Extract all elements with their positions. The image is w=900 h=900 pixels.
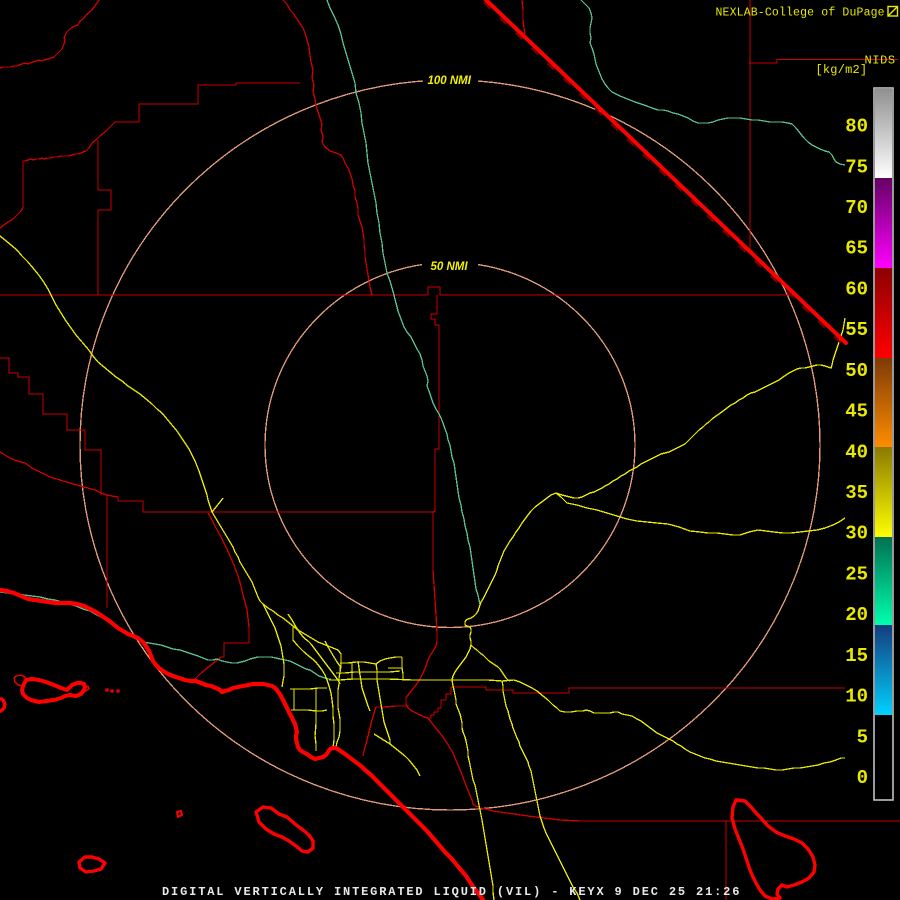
svg-text:55: 55 (845, 319, 868, 341)
svg-text:30: 30 (845, 523, 868, 545)
svg-text:NIDS: NIDS (865, 54, 896, 68)
svg-text:80: 80 (845, 116, 868, 138)
svg-text:NEXLAB-College of DuPage: NEXLAB-College of DuPage (716, 7, 885, 20)
svg-text:60: 60 (845, 278, 868, 300)
svg-text:DIGITAL VERTICALLY INTEGRATED: DIGITAL VERTICALLY INTEGRATED LIQUID (VI… (162, 885, 741, 899)
svg-text:75: 75 (845, 156, 868, 178)
svg-text:35: 35 (845, 482, 868, 504)
svg-text:5: 5 (857, 726, 868, 748)
svg-text:10: 10 (845, 686, 868, 708)
svg-text:0: 0 (857, 767, 868, 789)
svg-text:45: 45 (845, 401, 868, 423)
svg-text:[kg/m2]: [kg/m2] (816, 63, 868, 77)
svg-text:20: 20 (845, 604, 868, 626)
svg-text:65: 65 (845, 238, 868, 260)
svg-text:25: 25 (845, 563, 868, 585)
svg-text:40: 40 (845, 441, 868, 463)
svg-text:50: 50 (845, 360, 868, 382)
svg-text:70: 70 (845, 197, 868, 219)
svg-text:100 NMI: 100 NMI (428, 75, 472, 87)
svg-text:15: 15 (845, 645, 868, 667)
svg-text:50 NMI: 50 NMI (431, 261, 469, 273)
